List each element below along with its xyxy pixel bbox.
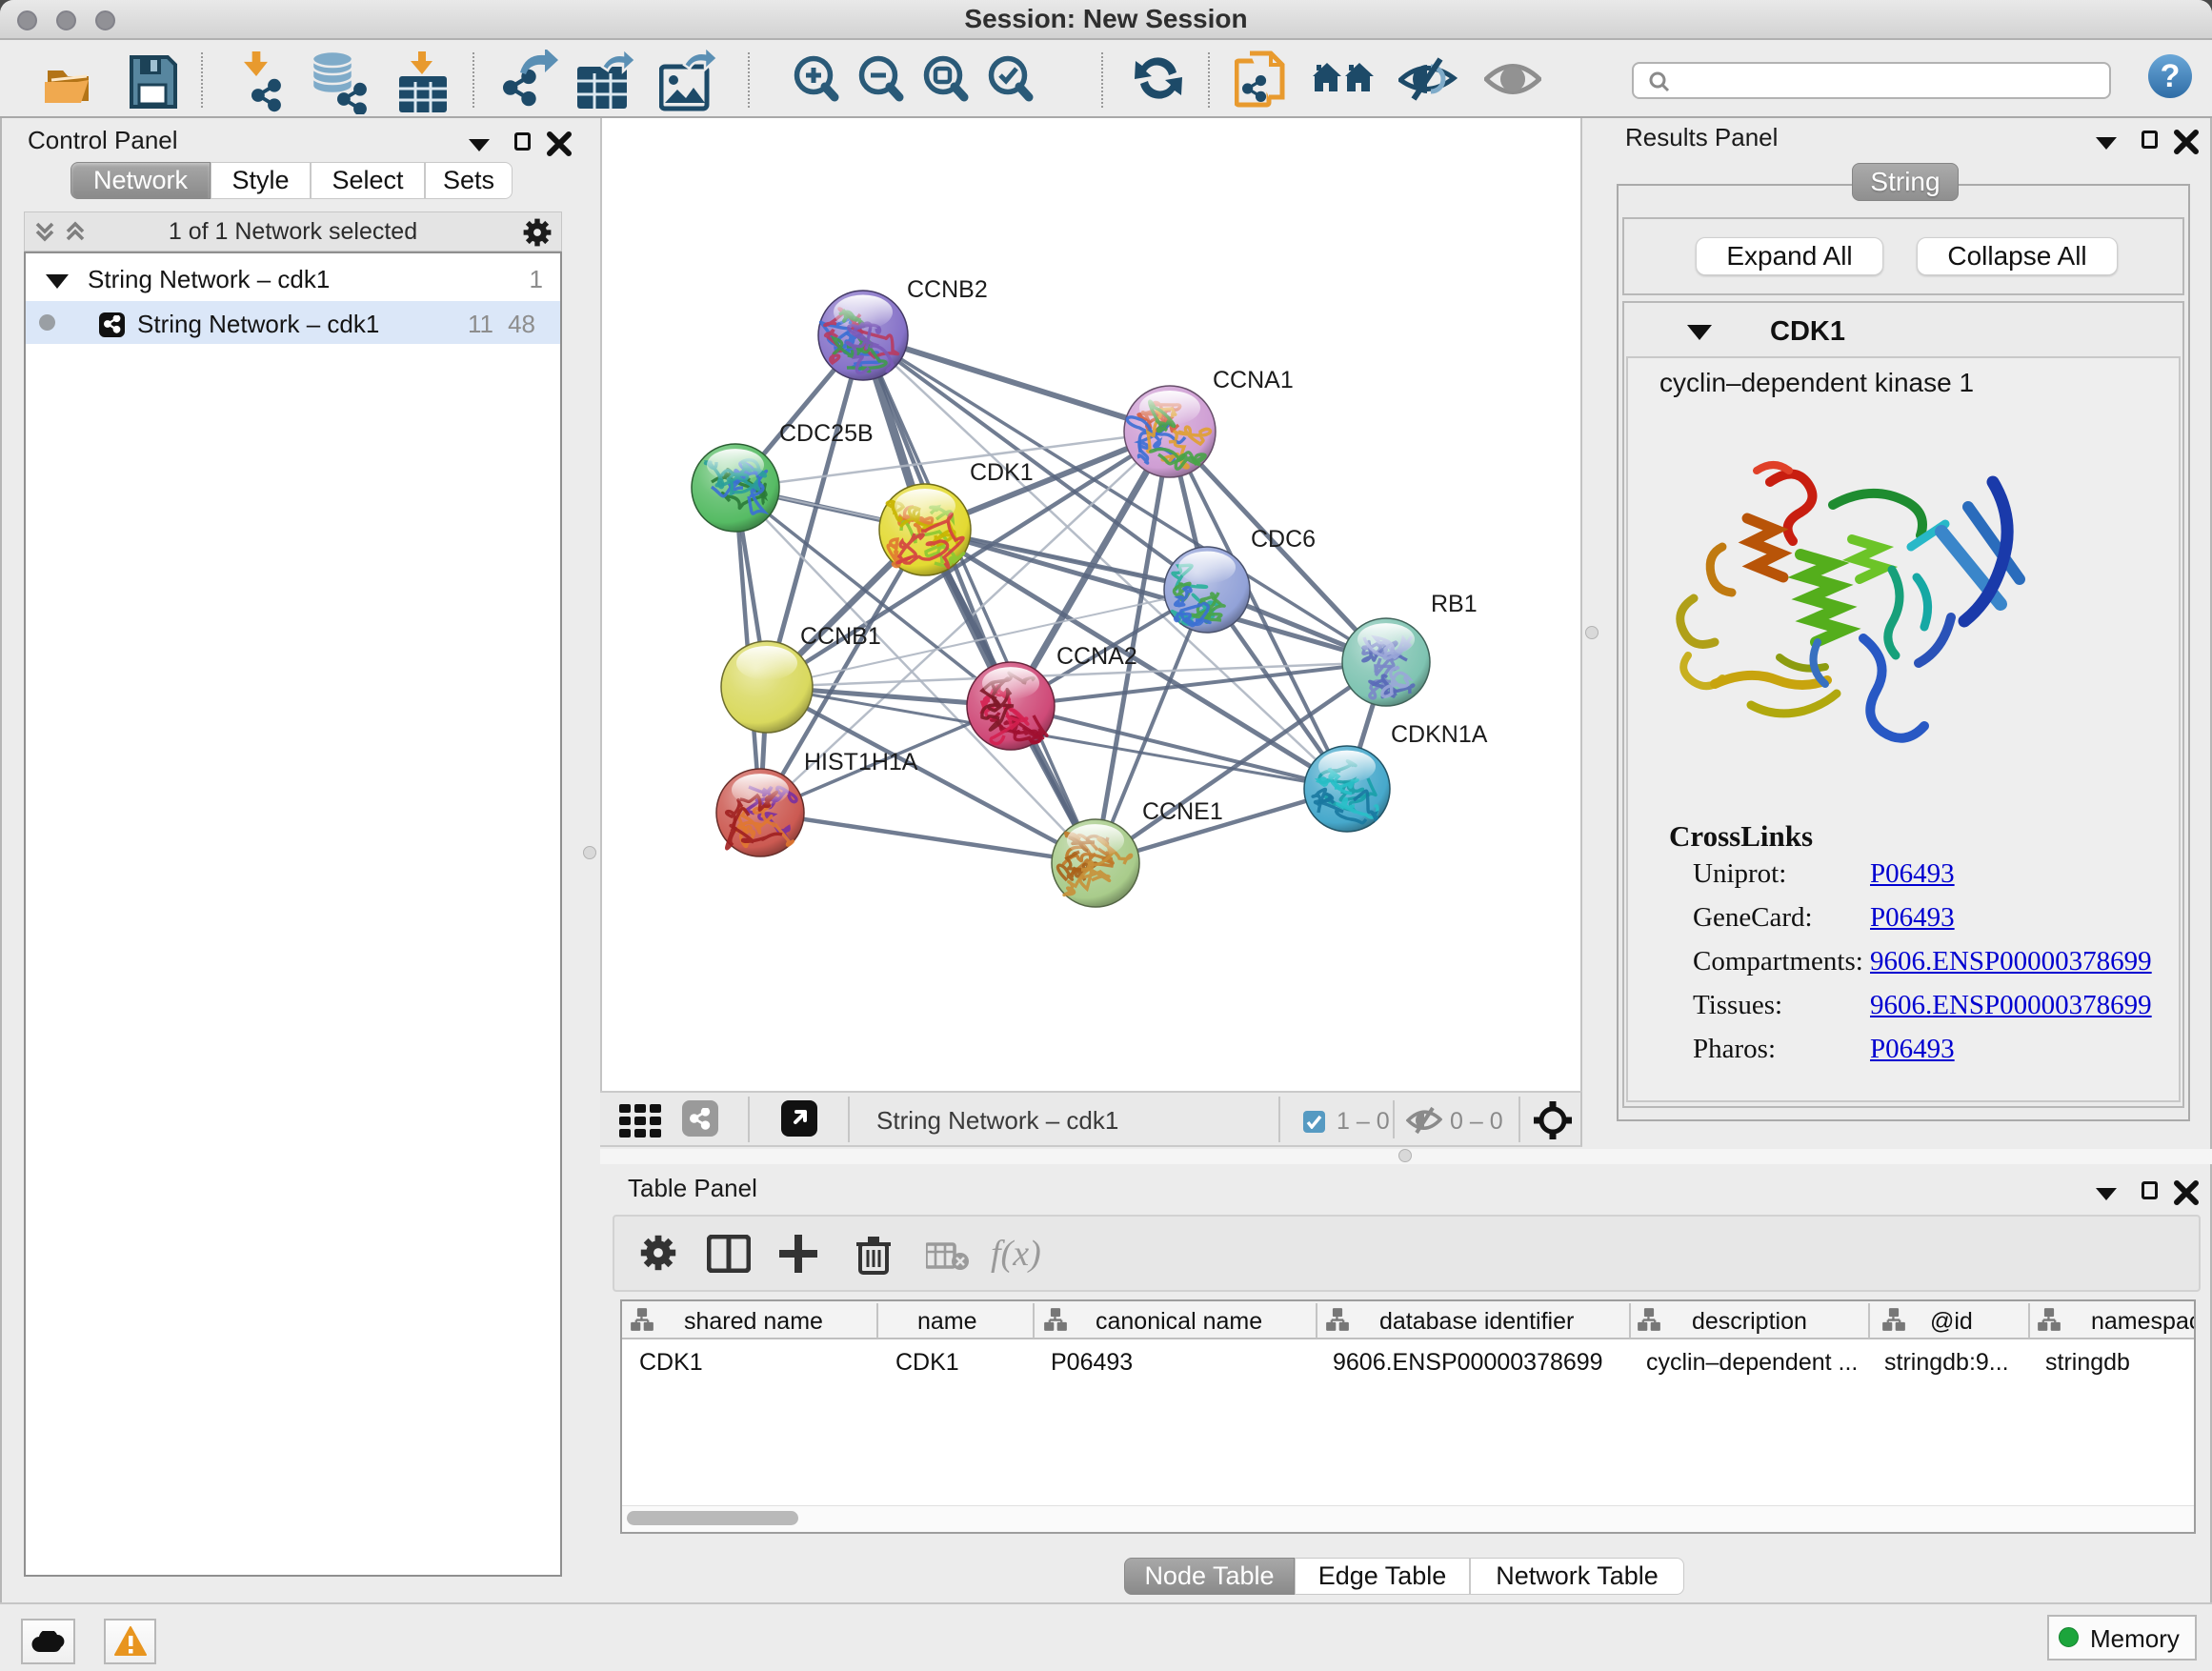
svg-text:CDC6: CDC6 [1251, 526, 1316, 553]
svg-text:CDC25B: CDC25B [779, 420, 874, 447]
svg-text:CCNA2: CCNA2 [1056, 643, 1137, 670]
svg-text:CCNB1: CCNB1 [800, 623, 881, 650]
svg-text:HIST1H1A: HIST1H1A [804, 749, 918, 775]
svg-text:CDKN1A: CDKN1A [1391, 721, 1488, 748]
svg-text:CDK1: CDK1 [970, 459, 1034, 486]
svg-text:CCNE1: CCNE1 [1142, 798, 1223, 825]
svg-text:RB1: RB1 [1431, 591, 1478, 617]
svg-text:CCNB2: CCNB2 [907, 276, 988, 303]
svg-text:CCNA1: CCNA1 [1213, 367, 1294, 393]
